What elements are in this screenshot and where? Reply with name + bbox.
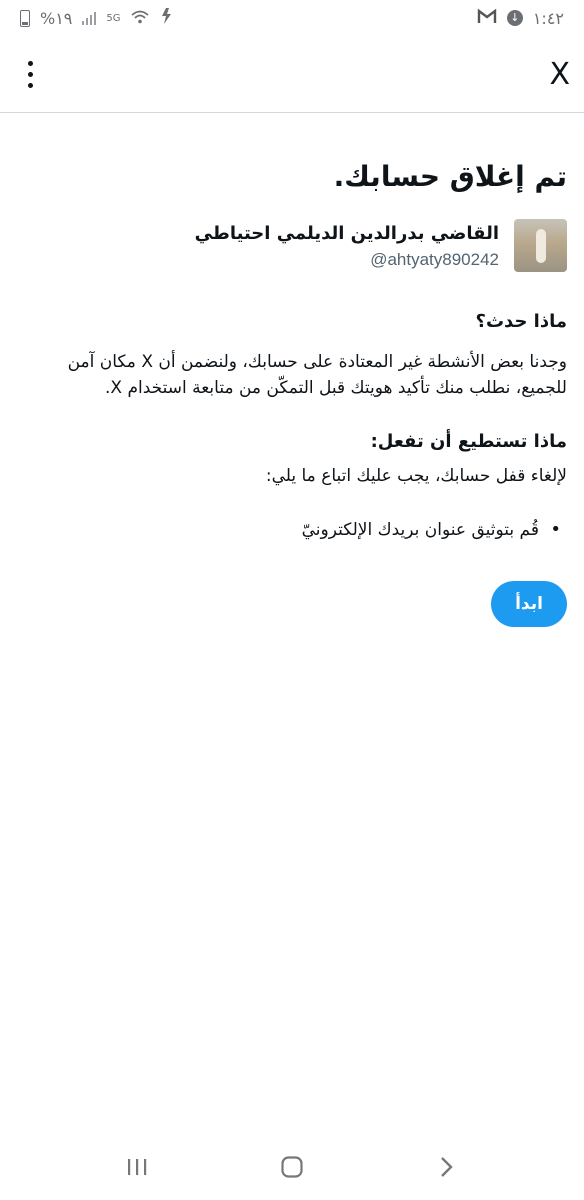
what-you-can-do-body: لإلغاء قفل حسابك، يجب عليك اتباع ما يلي:: [265, 466, 567, 486]
network-type: 5G: [106, 12, 121, 24]
user-info: القاضي بدرالدين الديلمي احتياطي @ahtyaty…: [17, 219, 567, 273]
steps-list: قُم بتوثيق عنوان بريدك الإلكترونيّ: [17, 517, 567, 543]
status-right: ↓ ١:٤٢: [477, 8, 564, 29]
system-navigation-bar: [0, 1134, 584, 1200]
user-handle: @ahtyaty890242: [370, 250, 499, 269]
start-button[interactable]: ابدأ: [491, 581, 567, 627]
home-icon[interactable]: [272, 1147, 312, 1187]
avatar: [514, 219, 567, 272]
account-locked-content: تم إغلاق حسابك. القاضي بدرالدين الديلمي …: [0, 113, 584, 627]
user-display-name: القاضي بدرالدين الديلمي احتياطي: [194, 223, 499, 244]
more-vertical-icon[interactable]: [22, 55, 39, 94]
status-bar: %١٩ 5G ↓ ١:٤٢: [0, 0, 584, 36]
status-left: %١٩ 5G: [20, 8, 173, 28]
user-text: القاضي بدرالدين الديلمي احتياطي @ahtyaty…: [195, 219, 499, 273]
page-title: تم إغلاق حسابك.: [333, 160, 567, 193]
what-you-can-do-heading: ماذا تستطيع أن تفعل:: [370, 431, 567, 452]
what-happened-body: وجدنا بعض الأنشطة غير المعتادة على حسابك…: [67, 352, 567, 398]
wifi-icon: [130, 9, 149, 28]
download-icon: ↓: [506, 10, 523, 26]
x-logo: X: [549, 56, 570, 92]
back-icon[interactable]: [427, 1147, 467, 1187]
battery-icon: [20, 9, 30, 27]
battery-level: %١٩: [40, 8, 73, 28]
signal-icon: [82, 11, 97, 25]
gmail-icon: [477, 8, 497, 29]
status-time: ١:٤٢: [532, 8, 564, 28]
list-item: قُم بتوثيق عنوان بريدك الإلكترونيّ: [17, 517, 561, 543]
top-app-bar: X: [0, 36, 584, 113]
what-happened-heading: ماذا حدث؟: [475, 311, 567, 332]
data-saver-icon: [159, 8, 173, 28]
recent-apps-icon[interactable]: [117, 1147, 157, 1187]
